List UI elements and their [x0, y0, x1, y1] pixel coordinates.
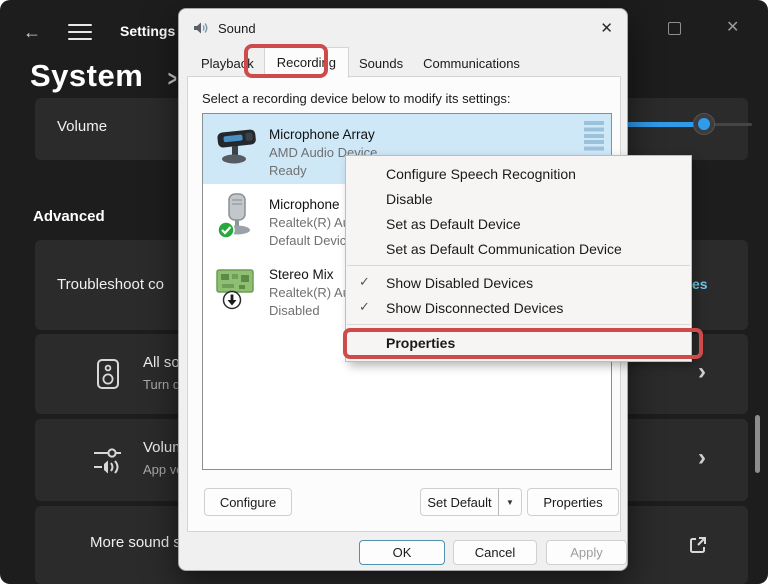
- menu-separator: [347, 265, 690, 266]
- stereo-mix-icon: [215, 262, 259, 316]
- menu-item-set-default-communication-device[interactable]: Set as Default Communication Device: [346, 236, 691, 261]
- chevron-right-icon: ›: [698, 358, 706, 386]
- external-link-icon: [688, 535, 708, 555]
- check-icon: ✓: [359, 299, 370, 315]
- hamburger-menu-icon[interactable]: [68, 24, 92, 40]
- microphone-icon: [215, 192, 259, 246]
- cancel-button[interactable]: Cancel: [453, 540, 537, 565]
- tab-communications[interactable]: Communications: [413, 51, 530, 77]
- maximize-icon[interactable]: [668, 22, 681, 35]
- menu-item-disable[interactable]: Disable: [346, 186, 691, 211]
- settings-window: ← Settings ✕ System > Volume Advanced Tr…: [0, 0, 768, 584]
- microphone-array-icon: [215, 122, 259, 176]
- ok-button[interactable]: OK: [359, 540, 445, 565]
- devices-link-partial[interactable]: es: [692, 276, 708, 292]
- menu-item-set-default-device[interactable]: Set as Default Device: [346, 211, 691, 236]
- speaker-device-icon: [93, 358, 123, 390]
- annotation-box-properties: [343, 328, 703, 359]
- menu-item-show-disabled-devices[interactable]: ✓ Show Disabled Devices: [346, 270, 691, 295]
- tab-sounds[interactable]: Sounds: [349, 51, 413, 77]
- scrollbar[interactable]: [755, 415, 760, 473]
- check-icon: ✓: [359, 274, 370, 290]
- set-default-split-button: Set Default ▼: [420, 488, 522, 516]
- volume-label: Volume: [57, 118, 107, 135]
- menu-item-configure-speech-recognition[interactable]: Configure Speech Recognition: [346, 161, 691, 186]
- set-default-button[interactable]: Set Default: [420, 488, 498, 516]
- menu-item-show-disconnected-devices[interactable]: ✓ Show Disconnected Devices: [346, 295, 691, 320]
- configure-button[interactable]: Configure: [204, 488, 292, 516]
- instruction-text: Select a recording device below to modif…: [202, 91, 511, 106]
- page-title: System: [30, 58, 143, 94]
- dialog-title: Sound: [218, 21, 256, 36]
- volume-slider-handle[interactable]: [694, 114, 714, 134]
- volume-slider-rest: [708, 123, 752, 126]
- menu-item-label: Show Disconnected Devices: [386, 300, 563, 316]
- annotation-box-recording-tab: [244, 44, 328, 78]
- breadcrumb-chevron-icon: >: [168, 66, 177, 92]
- chevron-right-icon: ›: [698, 444, 706, 472]
- dialog-titlebar[interactable]: Sound ✕: [179, 9, 627, 47]
- advanced-section-heading: Advanced: [33, 208, 105, 225]
- device-name: Microphone Array: [269, 127, 603, 142]
- volume-mixer-icon: [93, 444, 123, 476]
- app-title: Settings: [120, 23, 175, 39]
- menu-separator: [347, 324, 690, 325]
- level-meter: [584, 121, 604, 153]
- window-close-icon[interactable]: ✕: [726, 18, 739, 38]
- sound-speaker-icon: [193, 20, 209, 36]
- dialog-tabs: Playback Recording Sounds Communications: [191, 49, 530, 77]
- apply-button[interactable]: Apply: [546, 540, 627, 565]
- dialog-close-icon[interactable]: ✕: [585, 19, 613, 37]
- troubleshoot-label: Troubleshoot co: [57, 276, 164, 293]
- properties-button[interactable]: Properties: [527, 488, 619, 516]
- back-arrow-icon[interactable]: ←: [20, 20, 44, 44]
- menu-item-label: Show Disabled Devices: [386, 275, 533, 291]
- set-default-dropdown-icon[interactable]: ▼: [498, 488, 522, 516]
